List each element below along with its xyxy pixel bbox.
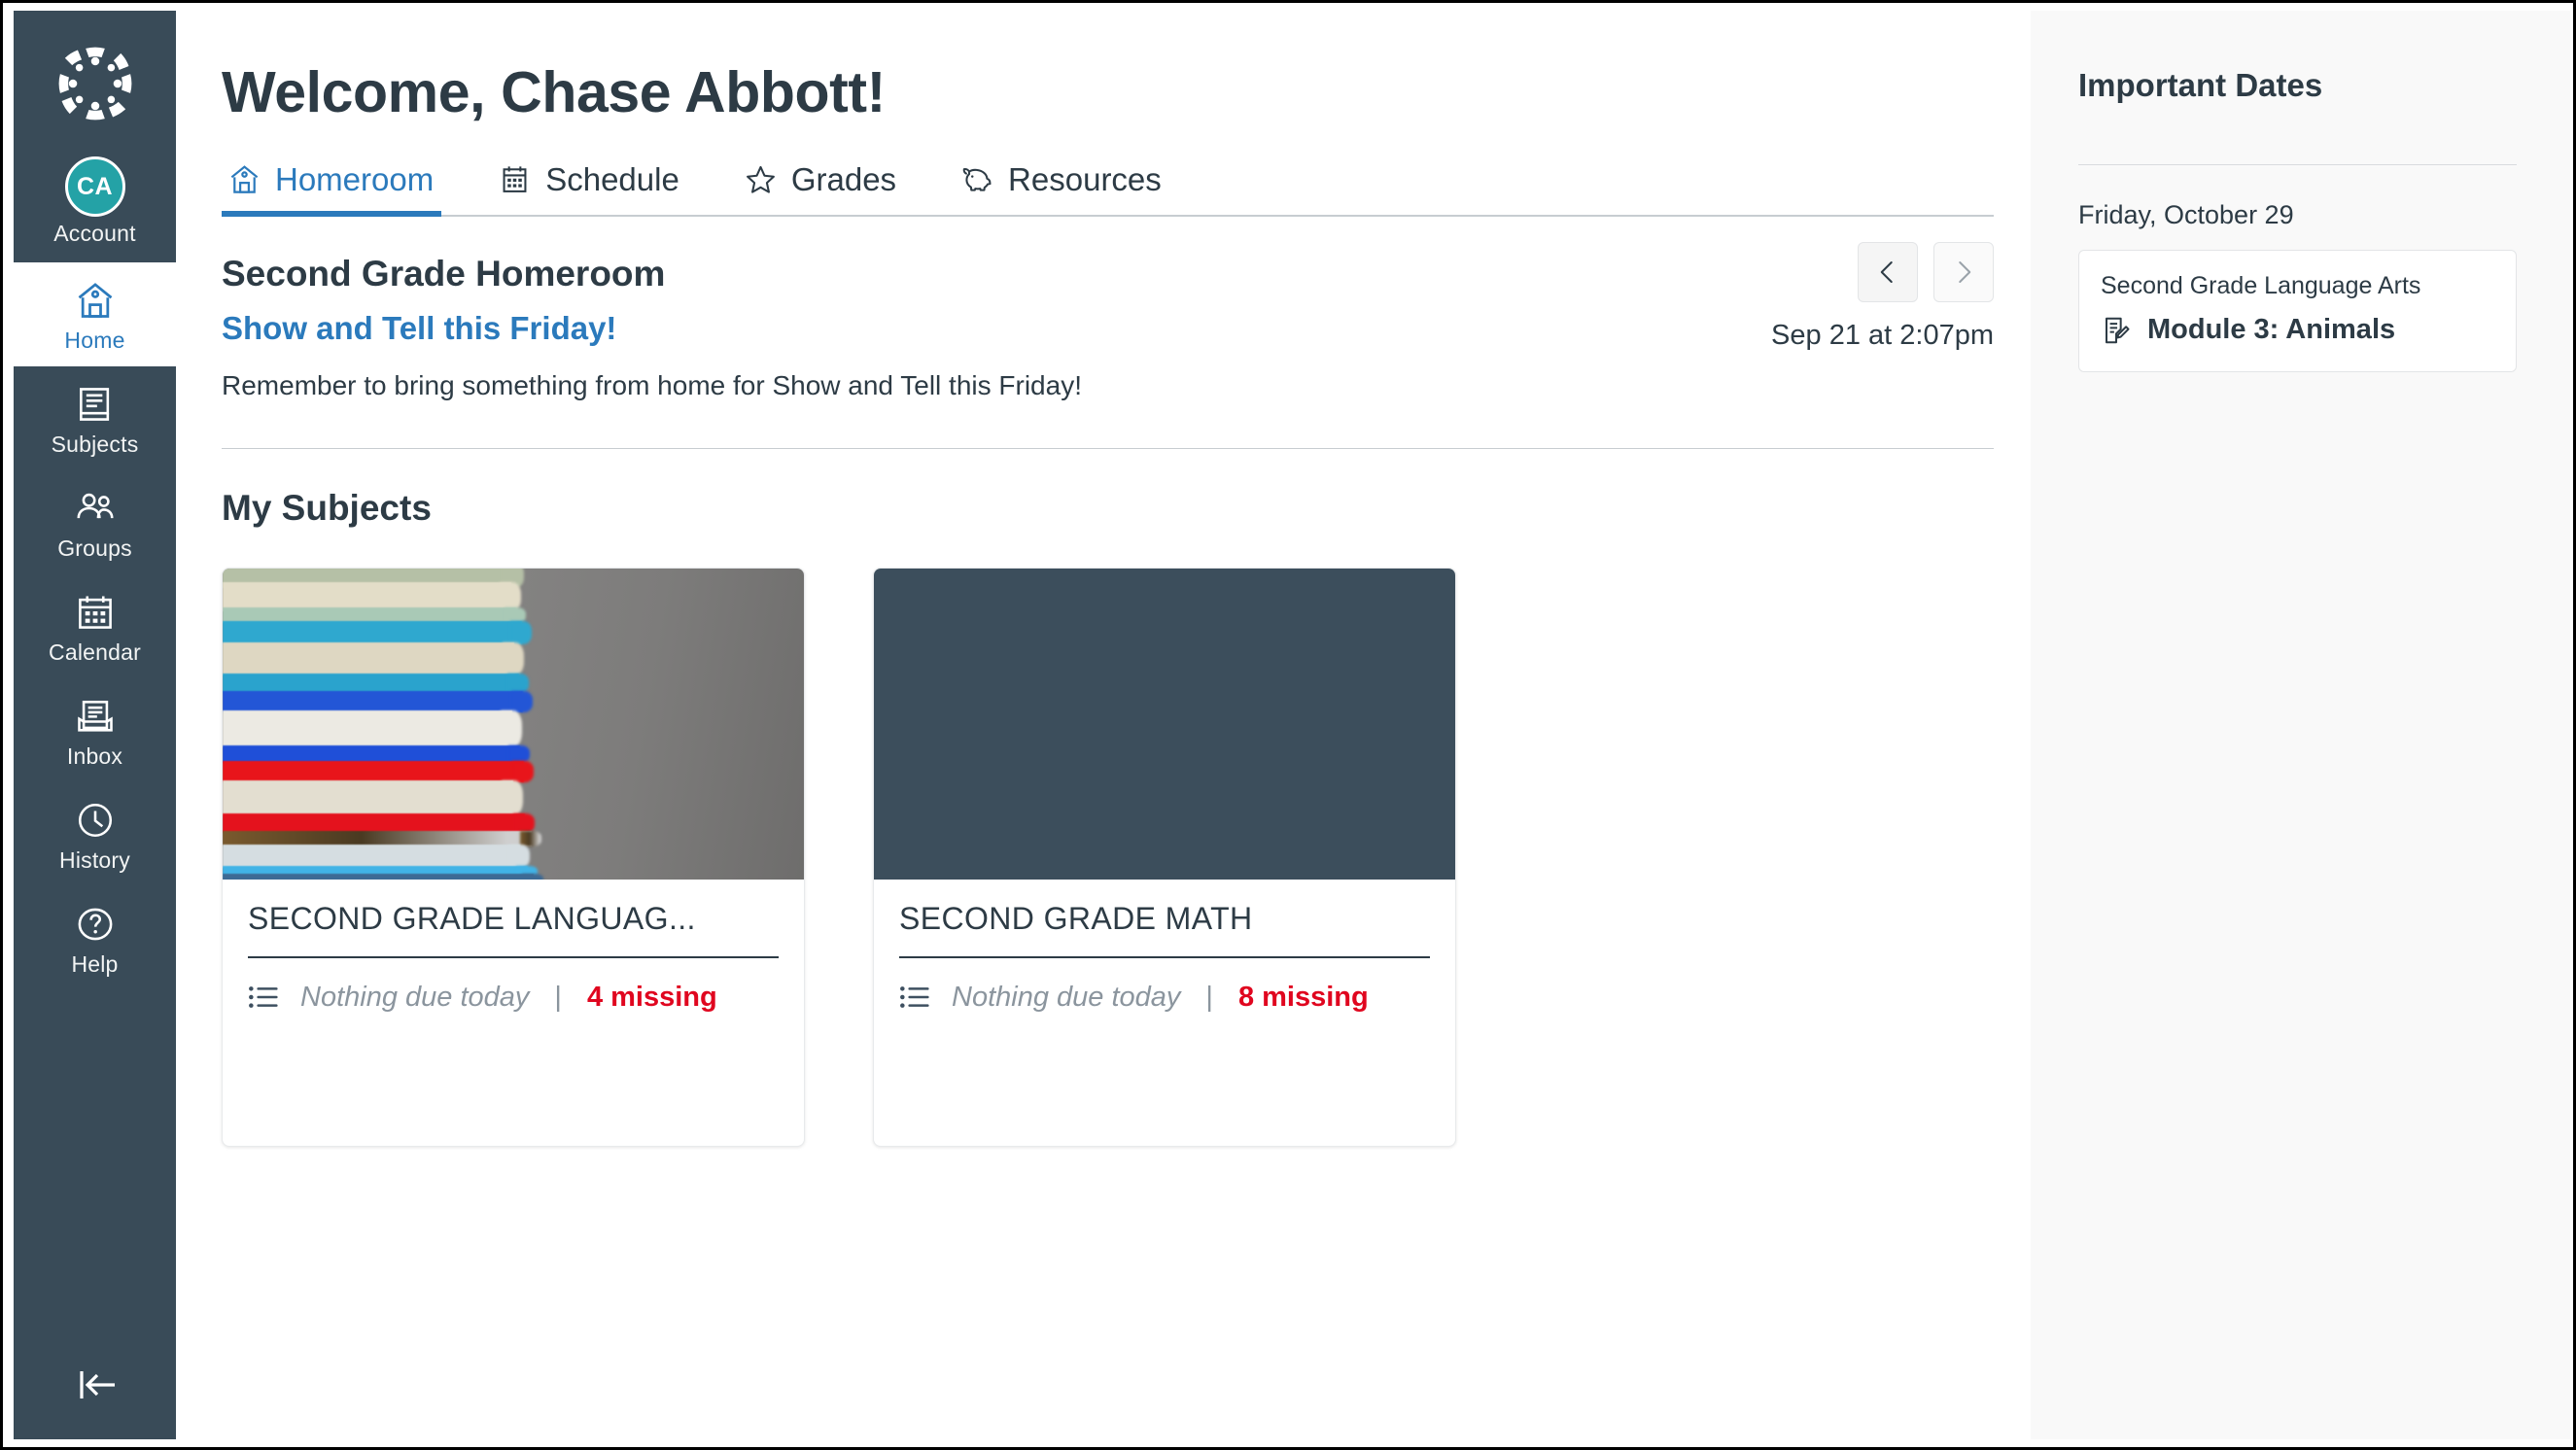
important-dates-heading: Important Dates <box>2078 67 2323 103</box>
question-icon <box>74 903 117 946</box>
tab-label-homeroom: Homeroom <box>275 160 435 197</box>
calendar-icon <box>498 162 532 196</box>
avatar: CA <box>64 156 125 217</box>
home-icon <box>227 162 261 196</box>
groups-icon <box>74 487 117 530</box>
tab-resources[interactable]: Resources <box>955 155 1195 215</box>
nav-label-account: Account <box>53 221 136 246</box>
star-icon <box>744 162 778 196</box>
subject-card-status: Nothing due today | 8 missing <box>899 982 1430 1014</box>
tab-label-schedule: Schedule <box>545 160 679 197</box>
important-date-event[interactable]: Second Grade Language Arts Module 3: Ani… <box>2078 250 2517 372</box>
app-window: CA Account Home Subjects Groups Calendar… <box>0 0 2576 1450</box>
announcement-date: Sep 21 at 2:07pm <box>1771 319 1994 351</box>
sidebar-label-history: History <box>59 847 130 873</box>
clock-icon <box>74 799 117 842</box>
subject-card-list: SECOND GRADE LANGUAG... Nothing due toda… <box>222 567 2031 1147</box>
home-icon <box>74 279 117 322</box>
books-photo <box>223 568 804 880</box>
sidebar-item-subjects[interactable]: Subjects <box>14 366 176 470</box>
nav-item-account[interactable]: CA Account <box>14 156 176 262</box>
subject-card-banner <box>223 568 804 880</box>
list-icon <box>899 984 930 1011</box>
piggy-bank-icon <box>960 162 994 196</box>
subject-card-title[interactable]: SECOND GRADE LANGUAG... <box>248 901 779 958</box>
next-announcement-button[interactable] <box>1933 241 1994 302</box>
missing-count[interactable]: 4 missing <box>587 982 717 1014</box>
announcement-link[interactable]: Show and Tell this Friday! <box>222 310 616 347</box>
subject-card[interactable]: SECOND GRADE LANGUAG... Nothing due toda… <box>222 567 805 1147</box>
tab-label-resources: Resources <box>1008 160 1162 197</box>
sidebar-item-help[interactable]: Help <box>14 886 176 990</box>
previous-announcement-button[interactable] <box>1858 241 1918 302</box>
tab-label-grades: Grades <box>790 160 897 197</box>
sidebar-item-history[interactable]: History <box>14 782 176 886</box>
important-dates-panel: Important Dates Friday, October 29 Secon… <box>2031 11 2570 1439</box>
event-title[interactable]: Module 3: Animals <box>2147 314 2395 346</box>
missing-count[interactable]: 8 missing <box>1238 982 1369 1014</box>
announcement-pager: Sep 21 at 2:07pm <box>1771 241 1994 352</box>
tab-grades[interactable]: Grades <box>738 155 929 215</box>
sidebar-label-subjects: Subjects <box>51 432 139 457</box>
global-navigation: CA Account Home Subjects Groups Calendar… <box>14 11 176 1439</box>
calendar-icon <box>74 591 117 634</box>
sidebar-label-calendar: Calendar <box>49 639 141 665</box>
sidebar-item-groups[interactable]: Groups <box>14 470 176 574</box>
announcement-body: Remember to bring something from home fo… <box>222 369 1082 400</box>
main-content: Welcome, Chase Abbott! Homeroom Schedule… <box>176 11 2031 1439</box>
subject-card[interactable]: SECOND GRADE MATH Nothing due today | 8 … <box>873 567 1456 1147</box>
important-date-day: Friday, October 29 <box>2078 200 2294 229</box>
tab-homeroom[interactable]: Homeroom <box>222 155 467 217</box>
homeroom-announcement: Second Grade Homeroom Show and Tell this… <box>222 241 1994 401</box>
subject-card-body: SECOND GRADE LANGUAG... Nothing due toda… <box>223 880 804 1014</box>
due-today-text: Nothing due today <box>300 981 530 1013</box>
due-today-text: Nothing due today <box>952 981 1181 1013</box>
status-separator: | <box>554 981 562 1013</box>
tab-bar: Homeroom Schedule Grades Resources <box>222 155 1994 217</box>
sidebar-label-home: Home <box>64 328 125 353</box>
sidebar-item-home[interactable]: Home <box>14 262 176 366</box>
collapse-nav-button[interactable] <box>14 1365 176 1439</box>
page-title: Welcome, Chase Abbott! <box>222 60 886 124</box>
subject-card-body: SECOND GRADE MATH Nothing due today | 8 … <box>874 880 1455 1014</box>
section-divider <box>222 447 1994 449</box>
inbox-icon <box>74 695 117 738</box>
sidebar-item-inbox[interactable]: Inbox <box>14 678 176 782</box>
subject-card-status: Nothing due today | 4 missing <box>248 982 779 1014</box>
panel-divider <box>2078 164 2517 165</box>
subject-card-title[interactable]: SECOND GRADE MATH <box>899 901 1430 958</box>
list-icon <box>248 984 279 1011</box>
my-subjects-heading: My Subjects <box>222 487 432 528</box>
event-row: Module 3: Animals <box>2101 314 2494 346</box>
sidebar-label-inbox: Inbox <box>66 743 123 769</box>
sidebar-label-groups: Groups <box>57 535 132 561</box>
tab-schedule[interactable]: Schedule <box>492 155 713 215</box>
event-context: Second Grade Language Arts <box>2101 272 2421 299</box>
sidebar-label-help: Help <box>71 951 119 977</box>
status-separator: | <box>1205 981 1213 1013</box>
book-icon <box>74 383 117 426</box>
subject-card-banner <box>874 568 1455 880</box>
sidebar-item-calendar[interactable]: Calendar <box>14 574 176 678</box>
assignment-icon <box>2101 315 2132 346</box>
homeroom-title: Second Grade Homeroom <box>222 253 666 293</box>
canvas-logo[interactable] <box>14 11 176 156</box>
